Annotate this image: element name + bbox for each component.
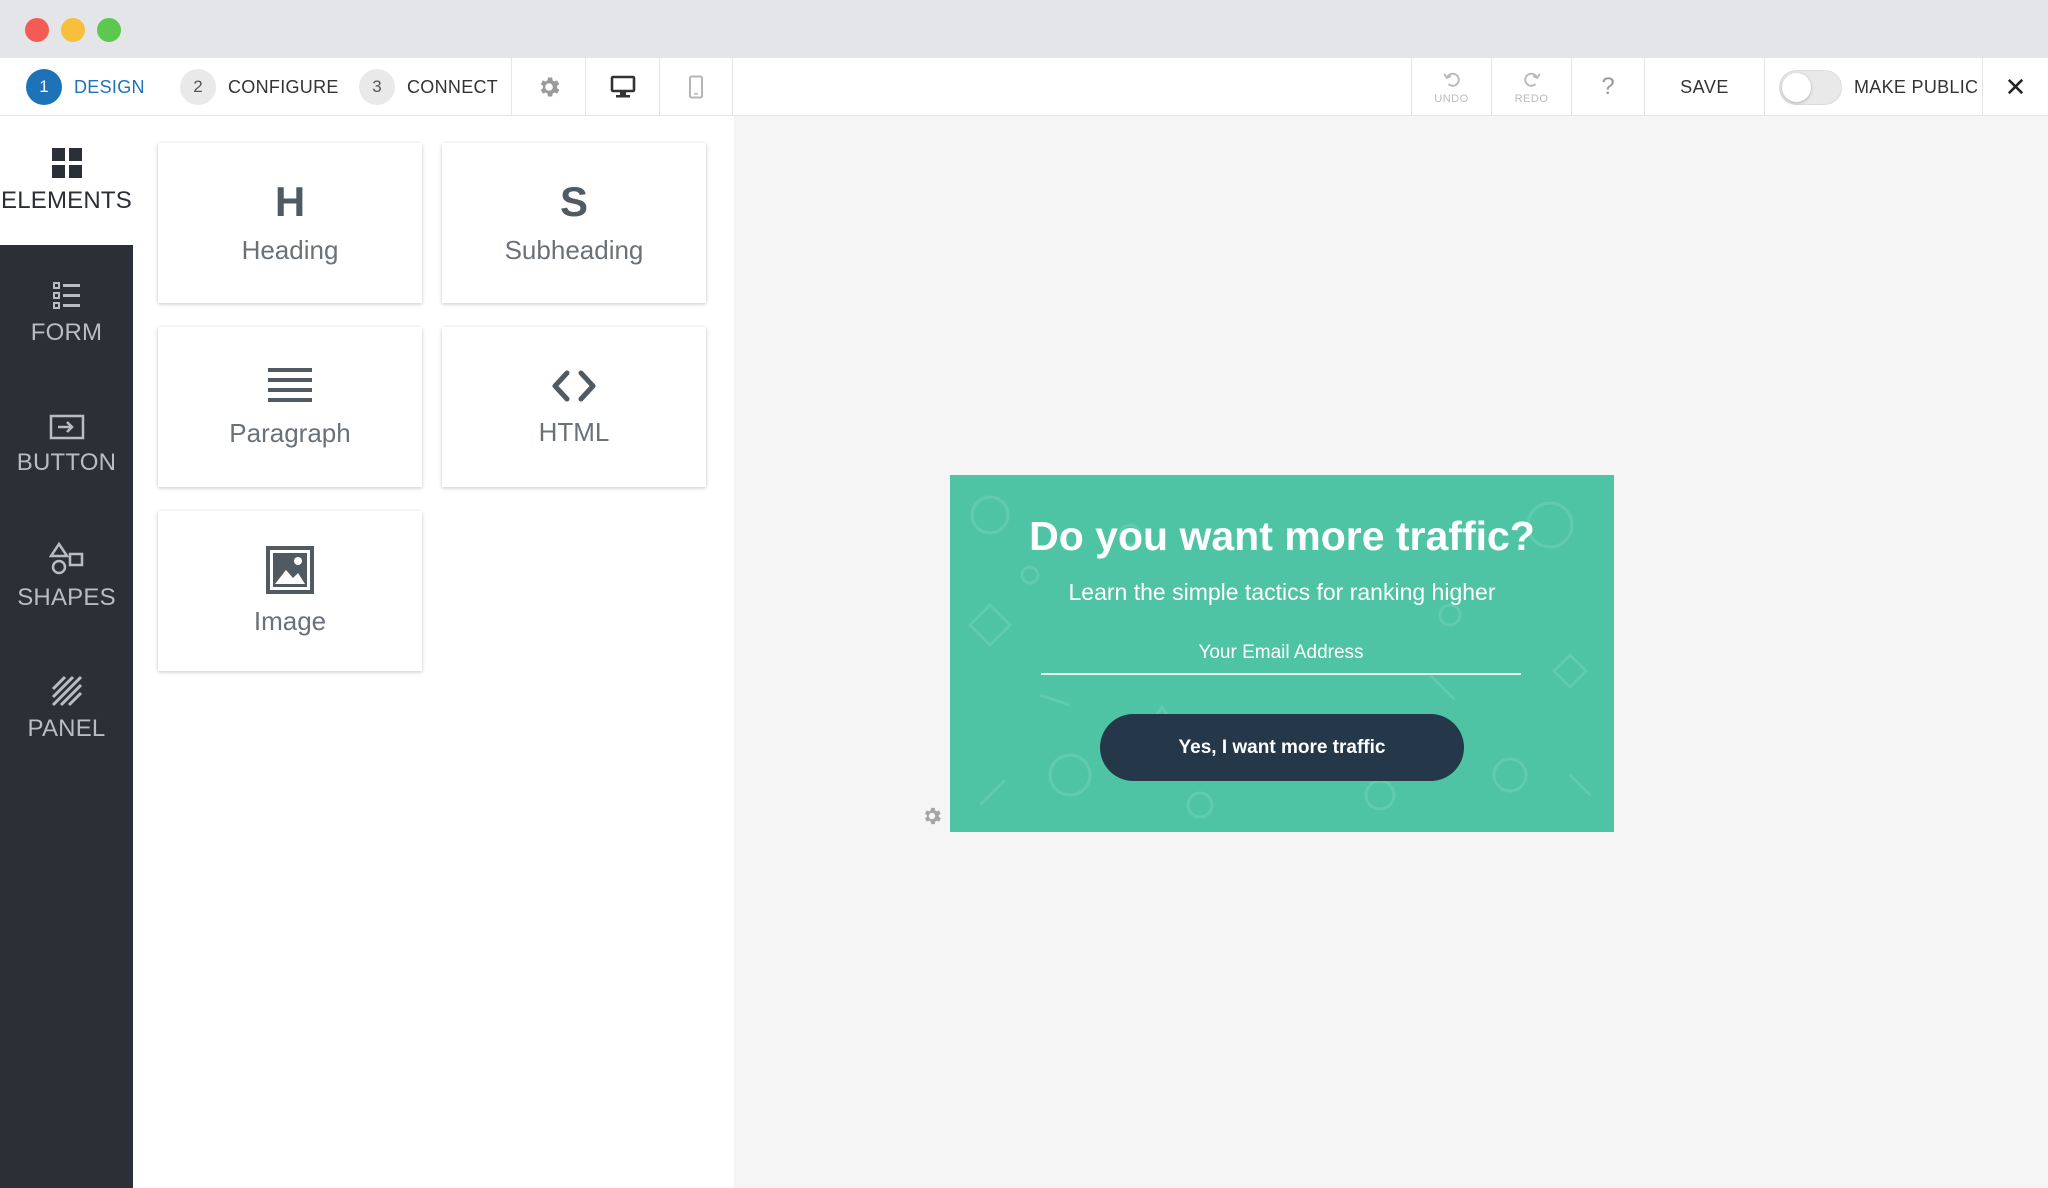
step-label: DESIGN [74,76,145,97]
redo-button[interactable]: REDO [1491,58,1571,116]
close-window-button[interactable] [25,18,49,42]
gear-icon[interactable] [921,805,943,827]
save-button[interactable]: SAVE [1644,58,1764,116]
paragraph-icon [268,367,312,402]
make-public-toggle[interactable] [1779,70,1842,105]
sidebar-item-label: PANEL [27,714,106,742]
step-label: CONNECT [407,76,499,97]
panel-icon [51,675,82,706]
sidebar-item-panel[interactable]: PANEL [0,644,133,773]
heading-glyph: H [274,177,306,225]
step-number: 1 [26,69,62,105]
redo-icon [1523,72,1541,87]
sidebar-item-shapes[interactable]: SHAPES [0,512,133,641]
step-number: 2 [180,69,216,105]
card-label: Paragraph [229,417,351,448]
gear-icon [540,77,559,97]
list-icon [52,281,80,309]
heading-element-card[interactable]: H Heading [158,143,422,303]
step-connect[interactable]: 3 CONNECT [359,69,499,105]
paragraph-element-card[interactable]: Paragraph [158,327,422,487]
card-label: Heading [241,234,339,265]
shapes-icon [48,541,83,574]
redo-label: REDO [1514,92,1549,105]
undo-label: UNDO [1434,92,1469,105]
sidebar-item-form[interactable]: FORM [0,248,133,377]
card-label: Image [253,605,327,636]
image-element-card[interactable]: Image [158,511,422,671]
desktop-view-button[interactable] [585,58,659,116]
image-icon [266,545,314,594]
subheading-element-card[interactable]: S Subheading [442,143,706,303]
html-element-card[interactable]: HTML [442,327,706,487]
card-label: Subheading [504,234,644,265]
undo-button[interactable]: UNDO [1411,58,1491,116]
optin-subtitle: Learn the simple tactics for ranking hig… [1068,579,1496,605]
elements-panel: H Heading S Subheading Paragraph HTML Im… [133,116,734,1188]
email-field[interactable] [1041,633,1521,675]
button-icon [49,414,84,439]
sidebar-item-label: FORM [30,318,103,346]
undo-icon [1442,72,1460,87]
step-label: CONFIGURE [228,76,339,97]
sidebar-item-elements[interactable]: ELEMENTS [0,116,133,245]
step-configure[interactable]: 2 CONFIGURE [180,69,339,105]
sidebar-item-label: BUTTON [16,448,117,476]
editor-toolbar: 1 DESIGN 2 CONFIGURE 3 CONNECT UNDO REDO… [0,58,2048,116]
close-editor-button[interactable]: ✕ [1982,58,2048,116]
grid-icon [51,147,82,178]
window-titlebar [0,0,2048,58]
step-number: 3 [359,69,395,105]
desktop-icon [610,75,635,98]
sidebar-item-button[interactable]: BUTTON [0,380,133,509]
sidebar: ELEMENTS FORM BUTTON SHAPES PANEL [0,116,133,1188]
toggle-knob [1782,73,1811,102]
make-public-label: MAKE PUBLIC [1854,77,1979,97]
sidebar-item-label: ELEMENTS [1,186,132,214]
cta-button[interactable]: Yes, I want more traffic [1100,714,1464,781]
code-icon [552,370,596,401]
minimize-window-button[interactable] [61,18,85,42]
subheading-glyph: S [559,177,588,225]
optin-title: Do you want more traffic? [1029,513,1535,559]
maximize-window-button[interactable] [97,18,121,42]
mobile-icon [689,75,703,99]
step-design[interactable]: 1 DESIGN [26,69,145,105]
card-label: HTML [538,416,610,447]
settings-button[interactable] [511,58,585,116]
mobile-view-button[interactable] [659,58,733,116]
sidebar-item-label: SHAPES [17,583,116,611]
help-button[interactable]: ? [1571,58,1644,116]
optin-form-preview[interactable]: Do you want more traffic? Learn the simp… [950,475,1614,832]
